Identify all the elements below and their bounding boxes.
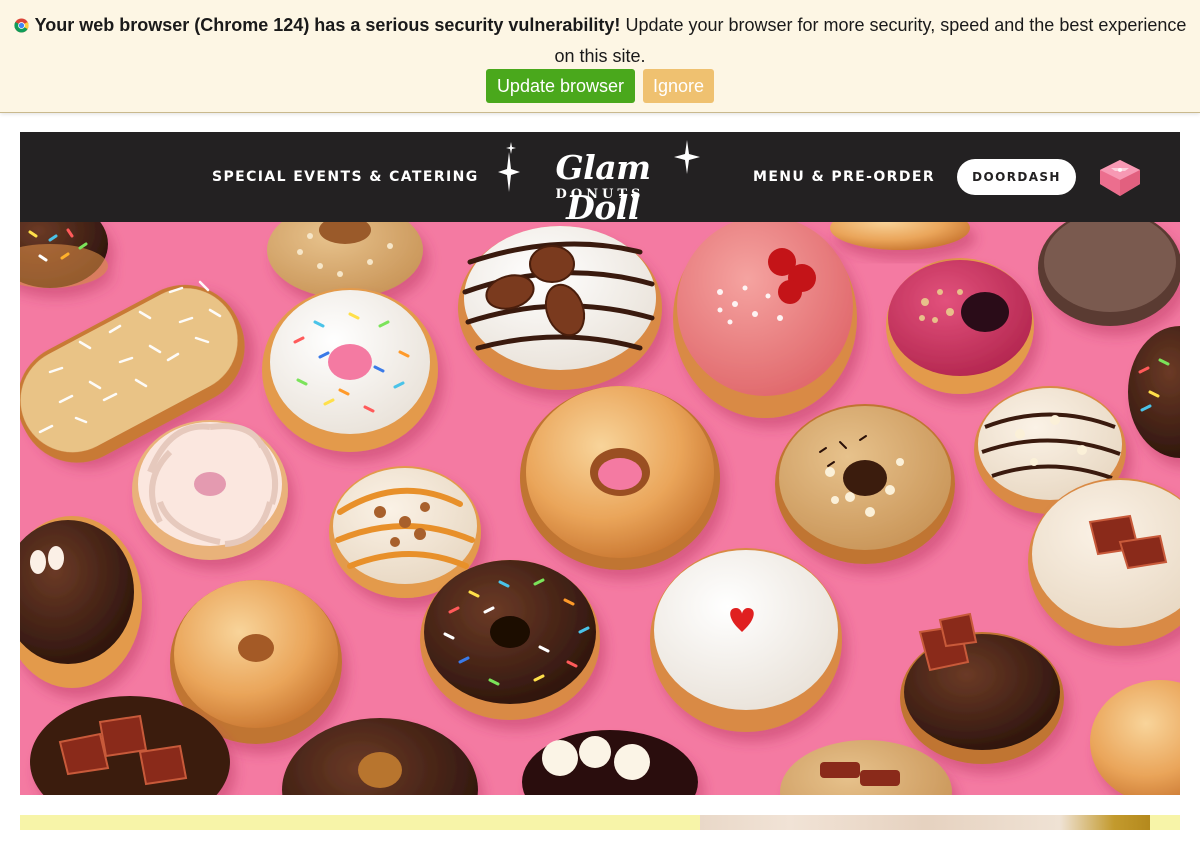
warning-bold-text: Your web browser (Chrome 124) has a seri… [34,15,621,35]
update-browser-button[interactable]: Update browser [485,69,636,103]
site-header: SPECIAL EVENTS & CATERING Glam Doll DONU… [20,132,1180,227]
ignore-button[interactable]: Ignore [643,69,715,103]
chrome-icon [14,18,29,33]
next-section-banner [20,815,1180,830]
donut-box-icon[interactable] [1098,158,1142,198]
logo-subtitle: DONUTS [555,187,645,202]
next-section-photo [700,815,1150,830]
warning-body-text: Update your browser for more security, s… [554,15,1187,66]
warning-actions: Update browser Ignore [0,69,1200,103]
hero-donuts-photo [20,222,1180,795]
browser-warning-message: Your web browser (Chrome 124) has a seri… [0,10,1200,72]
nav-menu-pre-order[interactable]: MENU & PRE-ORDER [753,132,935,222]
sparkle-left-icon [498,152,520,192]
browser-update-banner: Your web browser (Chrome 124) has a seri… [0,0,1200,113]
glam-doll-donuts-logo[interactable]: Glam Doll DONUTS [498,140,702,227]
nav-special-events-catering[interactable]: SPECIAL EVENTS & CATERING [212,132,479,222]
doordash-button[interactable]: DOORDASH [957,159,1076,195]
sparkle-small-left-icon [506,142,516,154]
assorted-donuts-photo [20,222,1180,795]
